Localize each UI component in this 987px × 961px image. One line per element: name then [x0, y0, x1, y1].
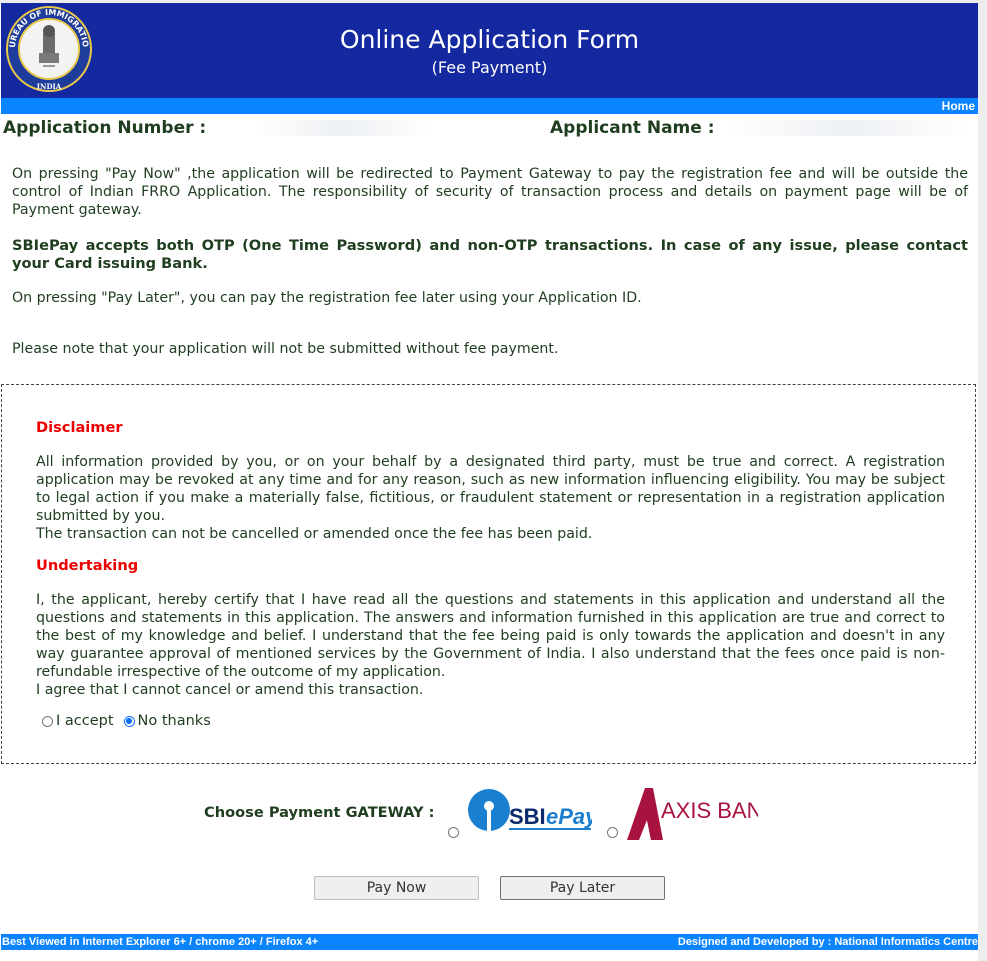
sbiepay-logo[interactable]: SBI ePay — [467, 788, 592, 834]
undertaking-text: I, the applicant, hereby certify that I … — [36, 592, 945, 680]
page-title: Online Application Form — [339, 25, 640, 54]
page-subtitle: (Fee Payment) — [431, 58, 548, 77]
disclaimer-text: All information provided by you, or on y… — [36, 454, 945, 524]
application-number-label: Application Number : — [3, 118, 207, 138]
disclaimer-undertaking-box: Disclaimer All information provided by y… — [1, 384, 976, 764]
applicant-name-value — [728, 120, 968, 136]
page: BUREAU OF IMMIGRATION INDIA Online Appli… — [0, 3, 978, 961]
payment-notes: On pressing "Pay Now" ,the application w… — [12, 165, 968, 358]
page-scroll-gutter — [978, 0, 987, 961]
i-accept-label[interactable]: I accept — [56, 713, 114, 729]
box-content: Disclaimer All information provided by y… — [36, 419, 945, 699]
pay-now-note: On pressing "Pay Now" ,the application w… — [12, 166, 968, 218]
home-link[interactable]: Home — [942, 98, 975, 114]
choose-gateway-label: Choose Payment GATEWAY : — [204, 804, 435, 821]
undertaking-radio-group: I accept No thanks — [42, 713, 221, 729]
svg-text:SBI: SBI — [509, 804, 546, 829]
sbi-otp-note: SBIePay accepts both OTP (One Time Passw… — [12, 237, 968, 272]
pay-later-note: On pressing "Pay Later", you can pay the… — [12, 290, 642, 306]
header-banner: BUREAU OF IMMIGRATION INDIA Online Appli… — [1, 3, 978, 98]
no-thanks-radio[interactable] — [123, 715, 135, 727]
nav-bar: Home — [1, 98, 978, 114]
disclaimer-text-2: The transaction can not be cancelled or … — [36, 526, 593, 542]
pay-later-button[interactable]: Pay Later — [500, 876, 665, 900]
application-number-value — [253, 120, 433, 136]
axis-bank-logo[interactable]: AXIS BANK — [623, 786, 758, 842]
pay-now-button[interactable]: Pay Now — [314, 876, 479, 900]
footer-bar: Best Viewed in Internet Explorer 6+ / ch… — [1, 934, 978, 950]
browser-compat-note: Best Viewed in Internet Explorer 6+ / ch… — [2, 936, 319, 948]
applicant-name-label: Applicant Name : — [550, 118, 715, 138]
developer-credit: Designed and Developed by : National Inf… — [677, 936, 978, 948]
no-thanks-label[interactable]: No thanks — [138, 713, 211, 729]
axis-bank-radio[interactable] — [607, 827, 618, 838]
submission-note: Please note that your application will n… — [12, 341, 559, 357]
disclaimer-title: Disclaimer — [36, 419, 123, 436]
applicant-info-row: Application Number : Applicant Name : — [3, 116, 975, 140]
sbiepay-radio[interactable] — [448, 827, 459, 838]
svg-text:INDIA: INDIA — [37, 82, 62, 91]
undertaking-text-2: I agree that I cannot cancel or amend th… — [36, 682, 424, 698]
svg-text:ePay: ePay — [546, 804, 592, 829]
i-accept-radio[interactable] — [42, 715, 53, 727]
undertaking-title: Undertaking — [36, 557, 139, 574]
svg-text:AXIS BANK: AXIS BANK — [661, 798, 758, 823]
